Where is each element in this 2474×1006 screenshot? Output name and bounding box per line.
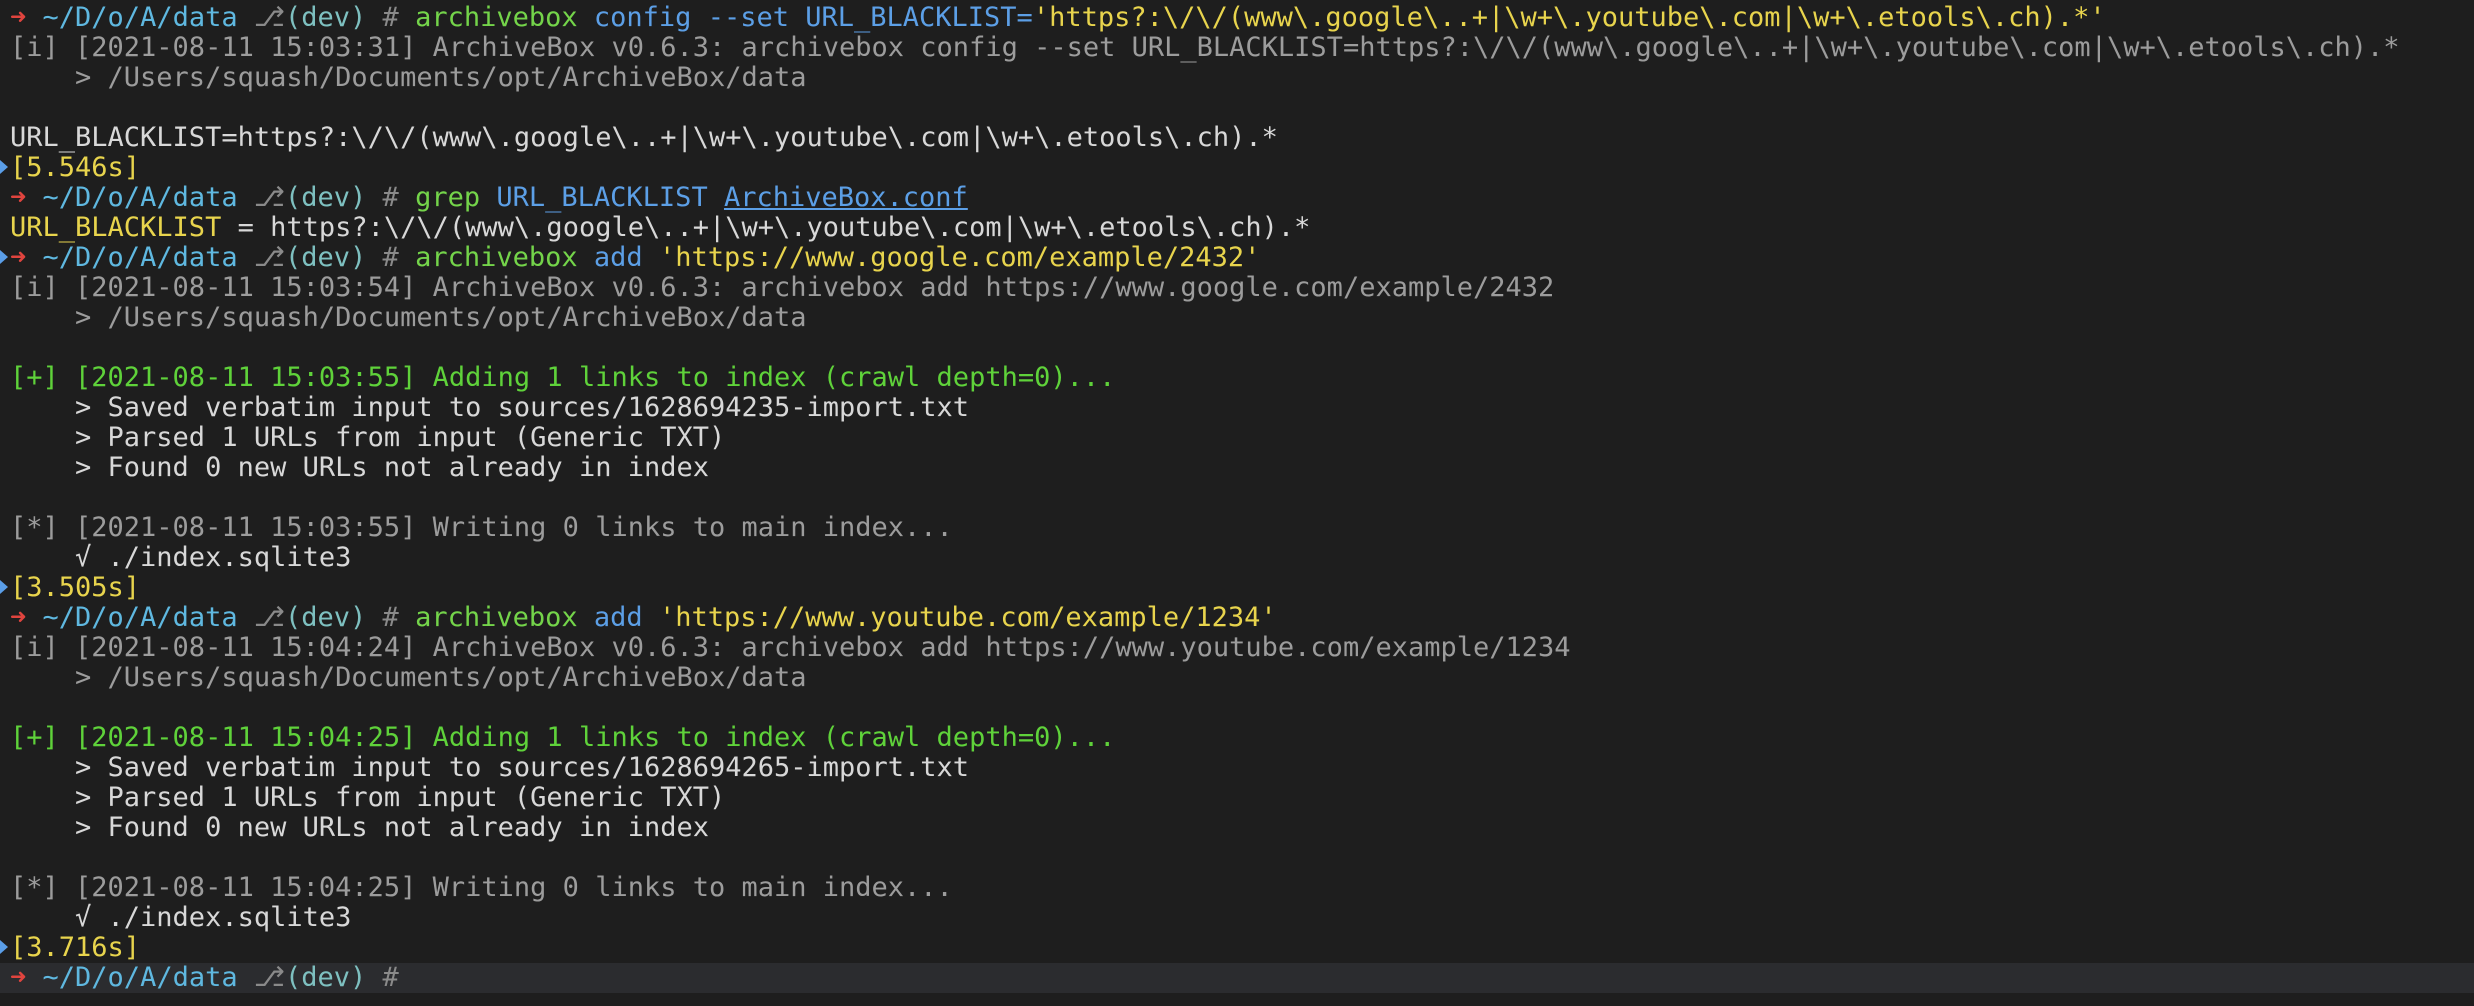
prompt-arrow-icon: ➜ (10, 962, 27, 993)
command-string-arg: 'https?:\/\/(www\.google\..+|\w+\.youtub… (1032, 2, 2106, 33)
git-branch-icon: ⎇ (253, 602, 285, 633)
prompt-hash: # (382, 242, 399, 273)
output-line: [i] [2021-08-11 15:04:24] ArchiveBox v0.… (10, 632, 1571, 663)
git-branch-icon: ⎇ (253, 242, 285, 273)
output-line: √ ./index.sqlite3 (10, 542, 352, 573)
timing-text: [3.505s] (10, 572, 141, 603)
prompt-path: ~/D/o/A/data (42, 242, 238, 273)
current-prompt-line[interactable]: ➜ ~/D/o/A/data ⎇(dev) # (0, 963, 2474, 993)
prompt-line: ➜ ~/D/o/A/data ⎇(dev) # archivebox confi… (0, 3, 2474, 33)
command-string-arg: 'https://www.google.com/example/2432' (658, 242, 1261, 273)
command-name: grep (415, 182, 481, 213)
terminal-window[interactable]: ➜ ~/D/o/A/data ⎇(dev) # archivebox confi… (0, 0, 2474, 1006)
command-name: archivebox (415, 242, 578, 273)
command-string-arg: 'https://www.youtube.com/example/1234' (658, 602, 1277, 633)
prompt-path: ~/D/o/A/data (42, 2, 238, 33)
git-branch: (dev) (285, 602, 367, 633)
prompt-line: ➜ ~/D/o/A/data ⎇(dev) # archivebox add '… (0, 603, 2474, 633)
output-line: > Found 0 new URLs not already in index (10, 452, 709, 483)
grep-result-line: URL_BLACKLIST = https?:\/\/(www\.google\… (0, 213, 2474, 243)
output-line: √ ./index.sqlite3 (10, 902, 352, 933)
git-branch-icon: ⎇ (253, 2, 285, 33)
output-line: [+] [2021-08-11 15:03:55] Adding 1 links… (10, 362, 1116, 393)
prompt-arrow-icon: ➜ (10, 602, 27, 633)
output-line: > Parsed 1 URLs from input (Generic TXT) (10, 422, 726, 453)
output-line: > /Users/squash/Documents/opt/ArchiveBox… (10, 662, 807, 693)
mark-triangle-icon (0, 160, 8, 174)
prompt-line: ➜ ~/D/o/A/data ⎇(dev) # grep URL_BLACKLI… (0, 183, 2474, 213)
mark-triangle-icon (0, 250, 8, 264)
output-line: > /Users/squash/Documents/opt/ArchiveBox… (10, 302, 807, 333)
git-branch-icon: ⎇ (253, 182, 285, 213)
output-line: > Saved verbatim input to sources/162869… (10, 392, 970, 423)
git-branch-icon: ⎇ (253, 962, 285, 993)
command-args: add (593, 242, 643, 273)
command-args: config --set URL_BLACKLIST= (593, 2, 1033, 33)
git-branch: (dev) (285, 962, 367, 993)
prompt-line: ➜ ~/D/o/A/data ⎇(dev) # archivebox add '… (0, 243, 2474, 273)
prompt-path: ~/D/o/A/data (42, 602, 238, 633)
prompt-path: ~/D/o/A/data (42, 182, 238, 213)
output-line: > Found 0 new URLs not already in index (10, 812, 709, 843)
command-timing: [5.546s] (0, 153, 2474, 183)
command-timing: [3.505s] (0, 573, 2474, 603)
prompt-hash: # (382, 182, 399, 213)
git-branch: (dev) (285, 242, 367, 273)
prompt-hash: # (382, 2, 399, 33)
prompt-arrow-icon: ➜ (10, 182, 27, 213)
prompt-arrow-icon: ➜ (10, 242, 27, 273)
output-line: [i] [2021-08-11 15:03:31] ArchiveBox v0.… (10, 32, 2400, 63)
timing-text: [5.546s] (10, 152, 141, 183)
output-line: [*] [2021-08-11 15:04:25] Writing 0 link… (10, 872, 953, 903)
prompt-hash: # (382, 602, 399, 633)
git-branch: (dev) (285, 2, 367, 33)
output-line: > Parsed 1 URLs from input (Generic TXT) (10, 782, 726, 813)
prompt-path: ~/D/o/A/data (42, 962, 238, 993)
output-line: [i] [2021-08-11 15:03:54] ArchiveBox v0.… (10, 272, 1555, 303)
git-branch: (dev) (285, 182, 367, 213)
output-line: > /Users/squash/Documents/opt/ArchiveBox… (10, 62, 807, 93)
prompt-hash: # (382, 962, 399, 993)
output-line: > Saved verbatim input to sources/162869… (10, 752, 970, 783)
output-line: [+] [2021-08-11 15:04:25] Adding 1 links… (10, 722, 1116, 753)
grep-match: URL_BLACKLIST (10, 212, 222, 243)
prompt-arrow-icon: ➜ (10, 2, 27, 33)
command-timing: [3.716s] (0, 933, 2474, 963)
mark-triangle-icon (0, 580, 8, 594)
command-args: add (593, 602, 643, 633)
command-name: archivebox (415, 602, 578, 633)
command-file-link[interactable]: ArchiveBox.conf (724, 182, 968, 213)
output-line: URL_BLACKLIST=https?:\/\/(www\.google\..… (10, 122, 1278, 153)
command-args: URL_BLACKLIST (496, 182, 708, 213)
grep-value: = https?:\/\/(www\.google\..+|\w+\.youtu… (221, 212, 1311, 243)
timing-text: [3.716s] (10, 932, 141, 963)
mark-triangle-icon (0, 940, 8, 954)
output-line: [*] [2021-08-11 15:03:55] Writing 0 link… (10, 512, 953, 543)
command-name: archivebox (415, 2, 578, 33)
